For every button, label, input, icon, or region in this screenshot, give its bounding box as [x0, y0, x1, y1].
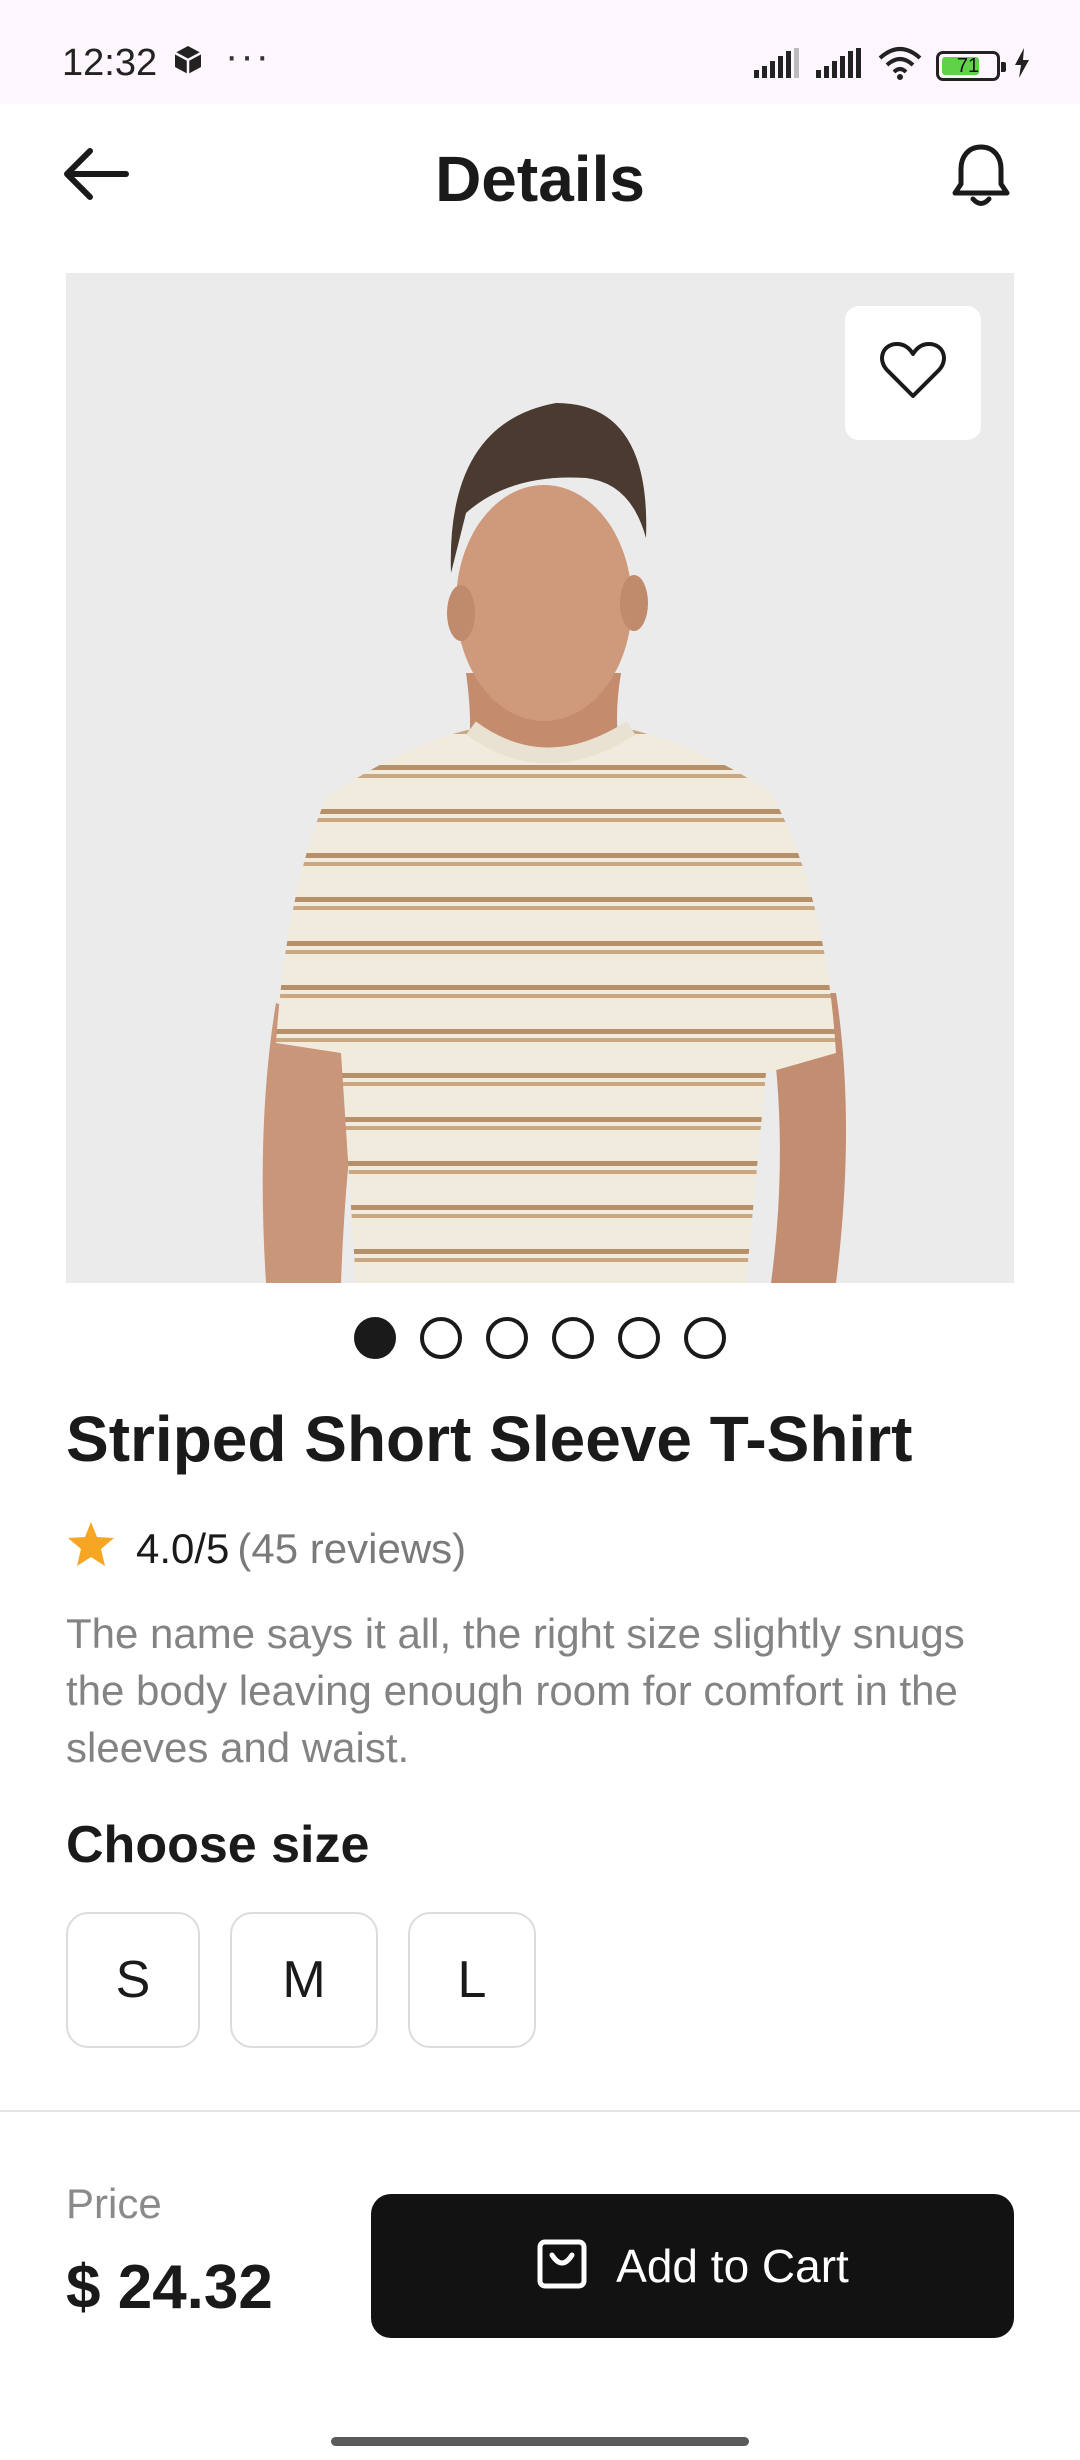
review-count[interactable]: (45 reviews) [237, 1525, 466, 1573]
size-heading: Choose size [66, 1816, 370, 1874]
home-indicator[interactable] [331, 2437, 749, 2446]
charging-icon [1014, 48, 1030, 83]
price-label: Price [66, 2180, 162, 2227]
add-to-cart-button[interactable]: Add to Cart [371, 2194, 1014, 2338]
price-value: $ 24.32 [66, 2253, 273, 2322]
top-bar: Details [0, 104, 1080, 254]
size-option-s[interactable]: S [66, 1912, 200, 2048]
size-option-m[interactable]: M [230, 1912, 378, 2048]
signal-icon [816, 48, 864, 83]
rating: 4.0/5 (45 reviews) [66, 1520, 466, 1578]
add-to-cart-label: Add to Cart [616, 2240, 849, 2292]
battery-level: 71 [956, 54, 980, 77]
pagination-dot[interactable] [552, 1317, 594, 1359]
favorite-button[interactable] [845, 306, 981, 440]
star-icon [66, 1520, 116, 1578]
product-title: Striped Short Sleeve T-Shirt [66, 1403, 913, 1475]
status-time: 12:32 [62, 42, 158, 84]
pagination-dot[interactable] [618, 1317, 660, 1359]
shopping-bag-icon [536, 2238, 588, 2295]
product-image[interactable] [66, 273, 1014, 1283]
rating-value: 4.0/5 [136, 1525, 230, 1572]
pagination-dot[interactable] [486, 1317, 528, 1359]
more-notifications-icon: ··· [225, 34, 271, 78]
pagination-dot[interactable] [420, 1317, 462, 1359]
notifications-button[interactable] [950, 142, 1020, 212]
footer-divider [0, 2110, 1080, 2112]
page-title: Details [435, 143, 645, 215]
size-options: S M L [66, 1912, 536, 2048]
wifi-icon [878, 46, 922, 85]
size-option-l[interactable]: L [408, 1912, 536, 2048]
battery-icon: 71 [936, 50, 1006, 81]
signal-icon [754, 48, 802, 83]
heart-icon [879, 341, 947, 406]
pagination-dot[interactable] [684, 1317, 726, 1359]
bell-icon [950, 144, 1012, 214]
pagination-dot[interactable] [354, 1317, 396, 1359]
cube-icon [173, 44, 203, 81]
status-bar: 12:32 ··· 71 [0, 0, 1080, 104]
image-pagination [0, 1317, 1080, 1359]
product-description: The name says it all, the right size sli… [66, 1610, 965, 1771]
